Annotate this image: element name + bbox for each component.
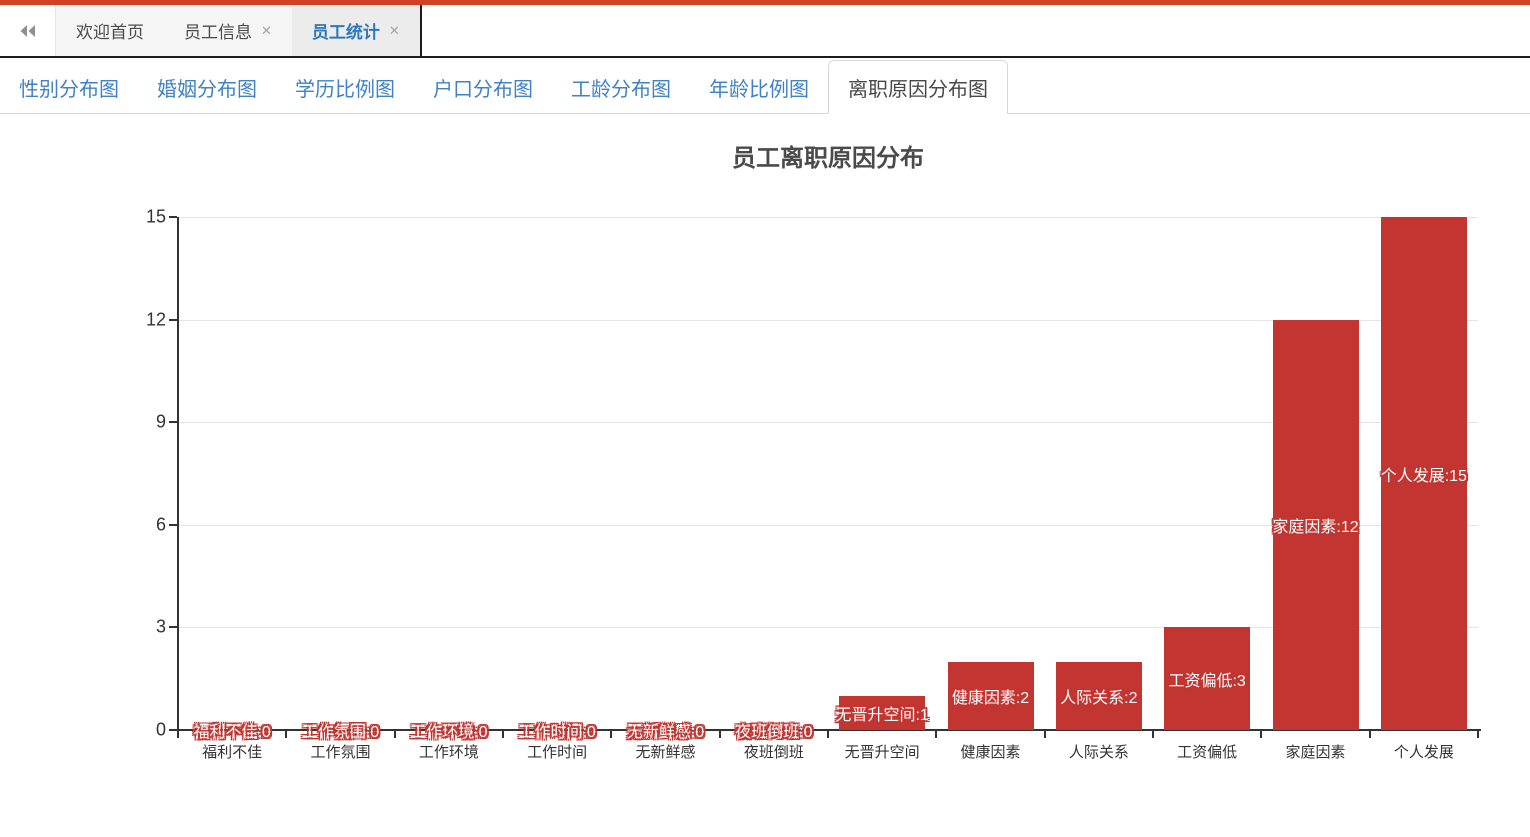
window-tabs: 欢迎首页 员工信息 ✕ 员工统计 ✕ — [56, 5, 422, 56]
x-category-label: 夜班倒班 — [744, 741, 804, 762]
x-axis-tick — [1152, 731, 1154, 738]
x-axis-tick — [935, 731, 937, 738]
x-category-label: 工作时间 — [527, 741, 587, 762]
window-tab-label: 欢迎首页 — [76, 18, 144, 43]
x-category-label: 福利不佳 — [202, 741, 262, 762]
x-category-label: 个人发展 — [1394, 741, 1454, 762]
y-axis-label: 0 — [116, 720, 166, 741]
y-axis-label: 15 — [116, 207, 166, 228]
x-axis-tick — [1260, 731, 1262, 738]
x-axis-tick — [177, 731, 179, 738]
close-icon[interactable]: ✕ — [389, 24, 400, 37]
chart-type-tab[interactable]: 年龄比例图 — [690, 60, 828, 114]
x-category-label: 家庭因素 — [1285, 741, 1345, 762]
bar-value-label: 无新鲜感:0 — [627, 718, 704, 742]
x-axis-tick — [610, 731, 612, 738]
gridline — [178, 217, 1478, 218]
y-axis-tick — [169, 216, 177, 218]
window-tab-label: 员工信息 — [184, 18, 252, 43]
x-axis-tick — [502, 731, 504, 738]
window-tab-label: 员工统计 — [312, 18, 380, 43]
y-axis-label: 9 — [116, 412, 166, 433]
x-axis-tick — [827, 731, 829, 738]
y-axis-tick — [169, 729, 177, 731]
y-axis-label: 3 — [116, 617, 166, 638]
bar-value-label: 健康因素:2 — [952, 684, 1029, 708]
y-axis-tick — [169, 421, 177, 423]
collapse-tabs-button[interactable] — [0, 5, 56, 56]
window-tab-bar: 欢迎首页 员工信息 ✕ 员工统计 ✕ — [0, 5, 1530, 58]
chart-type-tab[interactable]: 离职原因分布图 — [828, 60, 1008, 114]
bar-value-label: 无晋升空间:1 — [835, 701, 928, 725]
bar-value-label: 工作氛围:0 — [302, 718, 379, 742]
chart-type-tab-bar: 性别分布图婚姻分布图学历比例图户口分布图工龄分布图年龄比例图离职原因分布图 — [0, 58, 1530, 114]
y-axis-label: 12 — [116, 309, 166, 330]
bar-value-label: 工资偏低:3 — [1168, 667, 1245, 691]
bar-value-label: 福利不佳:0 — [193, 718, 270, 742]
window-tab[interactable]: 员工统计 ✕ — [292, 5, 422, 56]
chart-type-tab[interactable]: 工龄分布图 — [552, 60, 690, 114]
bar-value-label: 个人发展:15 — [1381, 462, 1467, 486]
x-category-label: 工资偏低 — [1177, 741, 1237, 762]
x-axis-tick — [394, 731, 396, 738]
x-category-label: 人际关系 — [1069, 741, 1129, 762]
window-tab[interactable]: 欢迎首页 — [56, 5, 164, 56]
x-axis-tick — [1477, 731, 1479, 738]
x-category-label: 工作氛围 — [310, 741, 370, 762]
chart-title: 员工离职原因分布 — [178, 138, 1478, 173]
x-category-label: 无新鲜感 — [635, 741, 695, 762]
chart-tabs: 性别分布图婚姻分布图学历比例图户口分布图工龄分布图年龄比例图离职原因分布图 — [0, 60, 1008, 114]
chart-type-tab[interactable]: 户口分布图 — [414, 60, 552, 114]
chart-type-tab[interactable]: 婚姻分布图 — [138, 60, 276, 114]
double-left-arrow-icon — [19, 24, 36, 38]
bar-value-label: 人际关系:2 — [1060, 684, 1137, 708]
bar-value-label: 工作环境:0 — [410, 718, 487, 742]
window-tab[interactable]: 员工信息 ✕ — [164, 5, 292, 56]
window-tab-bar-spacer — [422, 5, 1530, 56]
y-axis-label: 6 — [116, 514, 166, 535]
close-icon[interactable]: ✕ — [261, 24, 272, 37]
x-axis-tick — [1044, 731, 1046, 738]
y-axis-line — [177, 217, 179, 730]
chart-type-tab[interactable]: 学历比例图 — [276, 60, 414, 114]
bar-chart: 员工离职原因分布 0 3 6 9 12 15 福利不佳:0福利不佳 工作氛围:0工作氛围 工作环… — [0, 114, 1530, 835]
chart-type-tab[interactable]: 性别分布图 — [0, 60, 138, 114]
x-category-label: 健康因素 — [960, 741, 1020, 762]
tab-bar-underline — [0, 113, 1530, 114]
y-axis-tick — [169, 626, 177, 628]
x-axis-tick — [1369, 731, 1371, 738]
y-axis-tick — [169, 524, 177, 526]
x-axis-tick — [285, 731, 287, 738]
bar-value-label: 夜班倒班:0 — [735, 718, 812, 742]
y-axis-tick — [169, 319, 177, 321]
x-category-label: 工作环境 — [419, 741, 479, 762]
x-axis-tick — [719, 731, 721, 738]
x-category-label: 无晋升空间 — [845, 741, 920, 762]
bar-value-label: 家庭因素:12 — [1272, 513, 1358, 537]
bar-value-label: 工作时间:0 — [518, 718, 595, 742]
